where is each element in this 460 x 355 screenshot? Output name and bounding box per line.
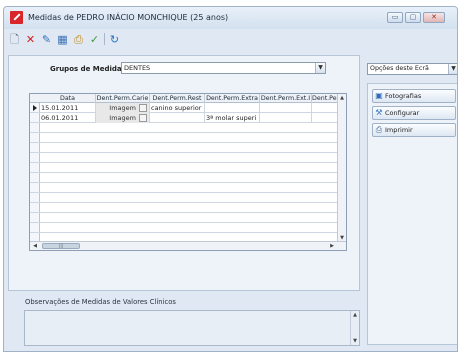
configure-button[interactable]: ⚒ Configurar [372, 106, 456, 120]
empty-row [30, 193, 346, 203]
date-cell[interactable]: 15.01.2011 [40, 103, 96, 113]
date-cell[interactable]: 06.01.2011 [40, 113, 96, 123]
column-header[interactable]: Dent.Perm.Ext.I [260, 94, 312, 103]
title-bar: Medidas de PEDRO INÁCIO MONCHIQUE (25 an… [4, 7, 457, 29]
configure-icon: ⚒ [375, 108, 383, 117]
side-actions-panel: ▣ Fotografias ⚒ Configurar ⎙ Imprimir [367, 83, 457, 345]
groups-dropdown[interactable]: DENTES ▼ [121, 62, 326, 74]
screen-options-value: Opções deste Ecrã [370, 65, 429, 72]
photos-icon: ▣ [375, 91, 383, 100]
groups-selected-value: DENTES [124, 64, 151, 72]
print-icon[interactable]: ⎙ [72, 33, 85, 46]
empty-row [30, 223, 346, 233]
extra-cell[interactable]: 3ª molar superi [205, 113, 260, 123]
delete-icon[interactable]: ✕ [24, 33, 37, 46]
save-icon[interactable]: ▦ [56, 33, 69, 46]
column-header[interactable]: Dent.Perm.Carie [96, 94, 150, 103]
grid-vertical-scrollbar[interactable]: ▲ ▼ [337, 94, 346, 242]
toolbar-separator [104, 33, 105, 45]
print-icon: ⎙ [375, 125, 383, 134]
maximize-button[interactable]: ▢ [405, 12, 421, 23]
configure-button-label: Configurar [385, 109, 420, 117]
toolbar: 🗋 ✕ ✎ ▦ ⎙ ✓ ↻ [8, 31, 121, 47]
groups-label: Grupos de Medidas [50, 65, 126, 73]
refresh-icon[interactable]: ↻ [108, 33, 121, 46]
observations-scrollbar[interactable]: ▲ ▼ [350, 311, 359, 345]
edit-icon[interactable]: ✎ [40, 33, 53, 46]
close-button[interactable]: ✕ [423, 12, 445, 23]
grid-horizontal-scrollbar[interactable]: ◀ ||| ▶ [30, 241, 346, 250]
observations-label: Observações de Medidas de Valores Clínic… [25, 298, 176, 306]
chevron-down-icon[interactable]: ▼ [315, 63, 325, 73]
grid-header: Data Dent.Perm.Carie Dent.Perm.Rest Dent… [30, 94, 346, 103]
print-button-label: Imprimir [385, 126, 413, 134]
new-document-icon[interactable]: 🗋 [8, 33, 21, 46]
in-cell[interactable] [312, 103, 339, 113]
tools-icon[interactable]: ✓ [88, 33, 101, 46]
observations-textarea[interactable]: ▲ ▼ [24, 310, 360, 346]
current-row-indicator-icon [33, 105, 37, 111]
image-cell[interactable]: Imagem [96, 103, 150, 113]
ext-i-cell[interactable] [260, 103, 312, 113]
app-icon [10, 11, 23, 24]
column-header[interactable]: Dent.Perm.In [312, 94, 339, 103]
column-header[interactable]: Data [40, 94, 96, 103]
empty-row [30, 183, 346, 193]
window-controls: ▭ ▢ ✕ [387, 12, 445, 23]
screen-options-dropdown[interactable]: Opções deste Ecrã ▼ [367, 63, 457, 75]
scroll-right-icon[interactable]: ▶ [328, 242, 336, 250]
image-picker-button[interactable] [139, 104, 147, 112]
print-button[interactable]: ⎙ Imprimir [372, 123, 456, 137]
empty-row [30, 163, 346, 173]
image-cell-label: Imagem [109, 104, 136, 112]
measures-grid: Data Dent.Perm.Carie Dent.Perm.Rest Dent… [29, 93, 347, 251]
image-cell-label: Imagem [109, 114, 136, 122]
scroll-up-icon[interactable]: ▲ [338, 94, 346, 102]
table-row[interactable]: 06.01.2011 Imagem 3ª molar superi [30, 113, 346, 123]
empty-row [30, 203, 346, 213]
window-title: Medidas de PEDRO INÁCIO MONCHIQUE (25 an… [28, 13, 229, 22]
ext-i-cell[interactable] [260, 113, 312, 123]
rest-cell[interactable] [150, 113, 205, 123]
measures-panel: Grupos de Medidas DENTES ▼ Data Dent.Per… [8, 55, 360, 291]
column-header[interactable]: Dent.Perm.Rest [150, 94, 205, 103]
scroll-down-icon[interactable]: ▼ [351, 338, 359, 344]
horizontal-scroll-thumb[interactable]: ||| [42, 243, 80, 249]
minimize-button[interactable]: ▭ [387, 12, 403, 23]
empty-row [30, 173, 346, 183]
empty-row [30, 213, 346, 223]
measures-window: Medidas de PEDRO INÁCIO MONCHIQUE (25 an… [3, 6, 458, 352]
chevron-down-icon[interactable]: ▼ [448, 64, 457, 74]
image-cell[interactable]: Imagem [96, 113, 150, 123]
empty-row [30, 143, 346, 153]
scroll-up-icon[interactable]: ▲ [351, 312, 359, 318]
image-picker-button[interactable] [139, 114, 147, 122]
empty-row [30, 153, 346, 163]
scroll-left-icon[interactable]: ◀ [31, 242, 39, 250]
extra-cell[interactable] [205, 103, 260, 113]
empty-row [30, 123, 346, 133]
in-cell[interactable] [312, 113, 339, 123]
rest-cell[interactable]: canino superior [150, 103, 205, 113]
column-header[interactable]: Dent.Perm.Extra [205, 94, 260, 103]
photos-button[interactable]: ▣ Fotografias [372, 89, 456, 103]
photos-button-label: Fotografias [385, 92, 422, 100]
table-row[interactable]: 15.01.2011 Imagem canino superior [30, 103, 346, 113]
empty-row [30, 133, 346, 143]
